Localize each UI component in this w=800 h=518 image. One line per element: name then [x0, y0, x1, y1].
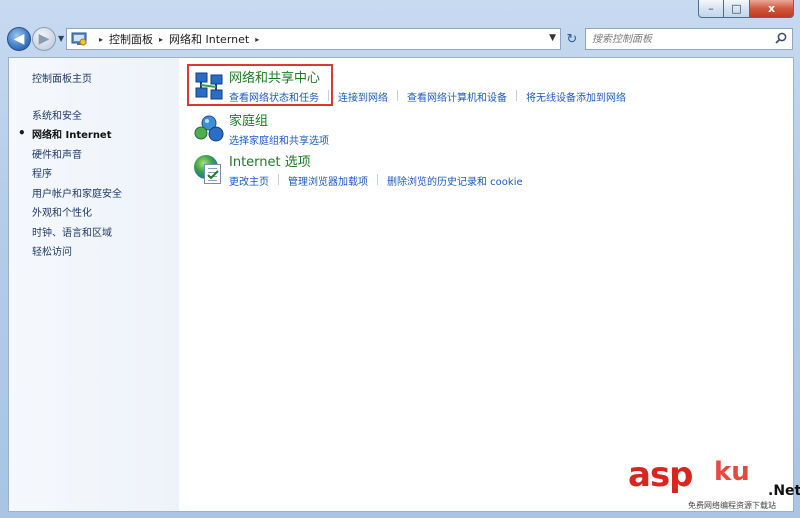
breadcrumb-control-panel[interactable]: 控制面板 [109, 31, 153, 47]
control-panel-icon [71, 31, 87, 47]
sidebar-item-system-security[interactable]: 系统和安全 [9, 105, 179, 125]
breadcrumb-separator-icon[interactable]: ▸ [255, 35, 259, 44]
close-button[interactable]: x [750, 0, 794, 18]
category-title-homegroup[interactable]: 家庭组 [229, 113, 329, 131]
window-frame: – □ x ◀ ▶ ▼ ▸ 控制面板 ▸ 网络和 Internet ▸ ▼ ↻ … [0, 0, 800, 518]
internet-options-icon[interactable] [193, 154, 225, 186]
link-delete-history[interactable]: 删除浏览的历史记录和 cookie [387, 173, 523, 188]
breadcrumb-separator-icon[interactable]: ▸ [99, 35, 103, 44]
maximize-button[interactable]: □ [724, 0, 750, 18]
sidebar-item-programs[interactable]: 程序 [9, 163, 179, 183]
link-add-wireless-device[interactable]: 将无线设备添加到网络 [526, 89, 626, 104]
sidebar-item-ease-of-access[interactable]: 轻松访问 [9, 241, 179, 261]
watermark-ku-text: ku [714, 457, 750, 487]
refresh-icon: ↻ [566, 31, 578, 47]
link-divider [278, 174, 279, 185]
link-homegroup-sharing-options[interactable]: 选择家庭组和共享选项 [229, 132, 329, 147]
forward-arrow-icon: ▶ [38, 31, 50, 47]
link-manage-add-ons[interactable]: 管理浏览器加载项 [288, 173, 368, 188]
watermark-logo: asp ku .Net 免费网络编程资源下载站 [628, 455, 800, 515]
watermark-subtitle: 免费网络编程资源下载站 [688, 501, 776, 510]
category-body: 家庭组 选择家庭组和共享选项 [229, 113, 329, 147]
sidebar-item-network-internet[interactable]: 网络和 Internet [9, 124, 179, 144]
sidebar-item-hardware-sound[interactable]: 硬件和声音 [9, 144, 179, 164]
minimize-button[interactable]: – [698, 0, 724, 18]
sidebar-item-clock-language-region[interactable]: 时钟、语言和区域 [9, 222, 179, 242]
category-title-internet-options[interactable]: Internet 选项 [229, 154, 523, 172]
watermark-net-text: .Net [768, 483, 800, 499]
link-divider [377, 174, 378, 185]
back-button[interactable]: ◀ [7, 27, 31, 51]
link-divider [397, 90, 398, 101]
category-body: Internet 选项 更改主页 管理浏览器加载项 删除浏览的历史记录和 coo… [229, 154, 523, 188]
back-arrow-icon: ◀ [13, 31, 25, 47]
address-history-dropdown[interactable]: ▼ [549, 33, 556, 43]
recent-pages-dropdown[interactable]: ▼ [58, 34, 64, 43]
sidebar-list: 控制面板主页 系统和安全 网络和 Internet 硬件和声音 程序 用户帐户和… [9, 68, 179, 261]
search-input[interactable] [592, 30, 772, 48]
link-view-network-computers[interactable]: 查看网络计算机和设备 [407, 89, 507, 104]
homegroup-icon[interactable] [193, 113, 225, 145]
search-icon[interactable] [775, 32, 787, 47]
main-panel: 网络和共享中心 查看网络状态和任务 连接到网络 查看网络计算机和设备 将无线设备… [187, 58, 787, 508]
link-change-home-page[interactable]: 更改主页 [229, 173, 269, 188]
watermark-asp-text: asp [628, 455, 694, 495]
window-controls: – □ x [698, 0, 794, 18]
refresh-button[interactable]: ↻ [563, 30, 581, 48]
breadcrumb-separator-icon[interactable]: ▸ [159, 35, 163, 44]
link-connect-to-network[interactable]: 连接到网络 [338, 89, 388, 104]
sidebar-item-control-panel-home[interactable]: 控制面板主页 [9, 68, 179, 88]
highlight-box [187, 64, 333, 106]
sidebar-item-appearance[interactable]: 外观和个性化 [9, 202, 179, 222]
category-homegroup: 家庭组 选择家庭组和共享选项 [193, 113, 329, 147]
navigation-bar: ◀ ▶ ▼ ▸ 控制面板 ▸ 网络和 Internet ▸ ▼ ↻ 搜索控制面板 [0, 24, 800, 56]
sidebar: 控制面板主页 系统和安全 网络和 Internet 硬件和声音 程序 用户帐户和… [9, 58, 179, 511]
breadcrumb: ▸ 控制面板 ▸ 网络和 Internet ▸ [93, 31, 265, 47]
address-bar[interactable]: ▸ 控制面板 ▸ 网络和 Internet ▸ ▼ [66, 28, 561, 50]
category-links: 选择家庭组和共享选项 [229, 132, 329, 147]
search-box [585, 28, 793, 50]
category-internet-options: Internet 选项 更改主页 管理浏览器加载项 删除浏览的历史记录和 coo… [193, 154, 523, 188]
forward-button[interactable]: ▶ [32, 27, 56, 51]
category-links: 更改主页 管理浏览器加载项 删除浏览的历史记录和 cookie [229, 173, 523, 188]
content-pane: 控制面板主页 系统和安全 网络和 Internet 硬件和声音 程序 用户帐户和… [8, 57, 794, 512]
link-divider [516, 90, 517, 101]
breadcrumb-network-internet[interactable]: 网络和 Internet [169, 31, 249, 47]
title-bar: – □ x [0, 0, 800, 22]
sidebar-item-user-accounts[interactable]: 用户帐户和家庭安全 [9, 183, 179, 203]
